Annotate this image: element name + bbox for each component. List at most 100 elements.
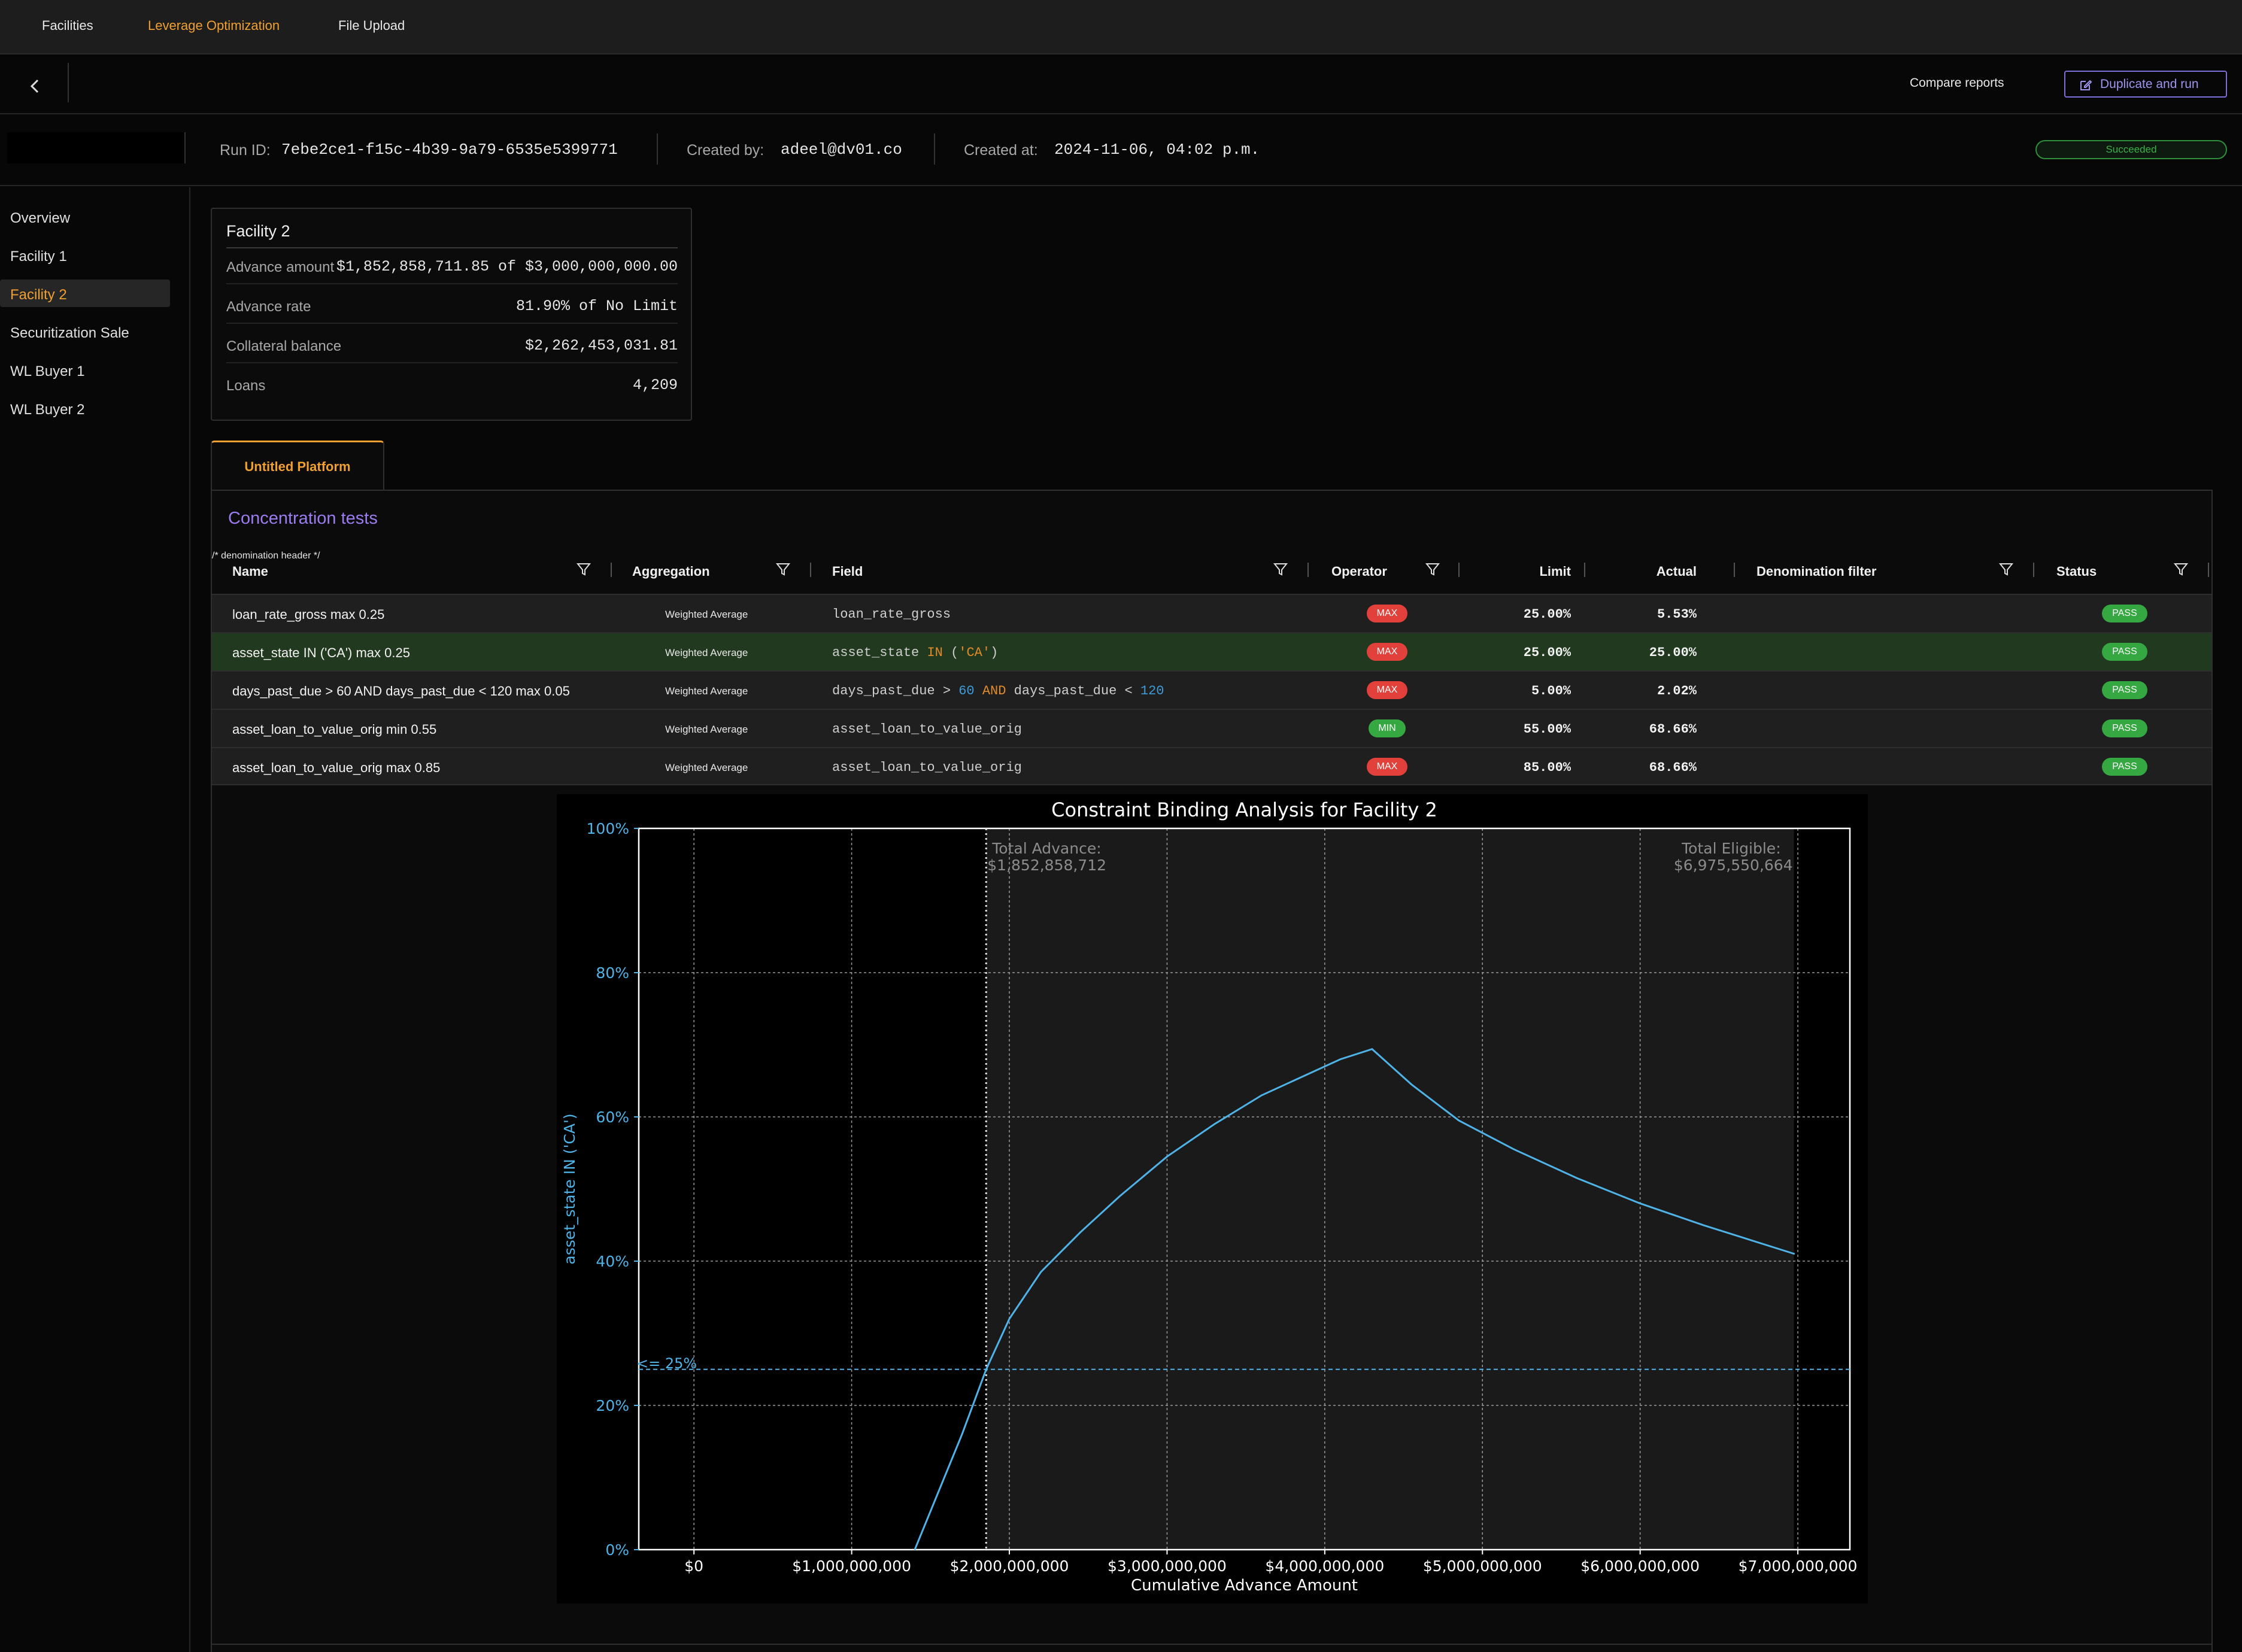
- row-field: loan_rate_gross: [832, 607, 951, 622]
- duplicate-and-run-button[interactable]: Duplicate and run: [2064, 71, 2227, 98]
- chart-title: Constraint Binding Analysis for Facility…: [1051, 798, 1437, 821]
- series-point: [961, 1434, 963, 1435]
- run-id-label: Run ID:: [220, 142, 271, 159]
- table-row[interactable]: asset_state IN ('CA') max 0.25 Weighted …: [212, 632, 2211, 670]
- series-point: [1513, 1149, 1515, 1150]
- x-tick-label: $4,000,000,000: [1265, 1557, 1384, 1575]
- column-divider[interactable]: [2033, 563, 2034, 577]
- row-aggregation: Weighted Average: [665, 647, 748, 658]
- table-row[interactable]: loan_rate_gross max 0.25 Weighted Averag…: [212, 594, 2211, 632]
- status-badge: PASS: [2102, 758, 2147, 776]
- row-field: days_past_due > 60 AND days_past_due < 1…: [832, 684, 1164, 699]
- row-actual: 25.00%: [1649, 645, 1697, 660]
- row-limit: 85.00%: [1523, 760, 1571, 775]
- advance-amount-label: Advance amount: [226, 259, 335, 275]
- column-header-actual[interactable]: Actual: [1619, 564, 1697, 579]
- table-row[interactable]: asset_loan_to_value_orig max 0.85 Weight…: [212, 747, 2211, 785]
- chart-svg: <= 25% Total Advance:$1,852,858,712 Total …: [561, 798, 1858, 1595]
- column-header-field[interactable]: Field: [832, 564, 863, 579]
- operator-badge: MAX: [1367, 681, 1407, 699]
- created-at-value: 2024-11-06, 04:02 p.m.: [1054, 141, 1260, 159]
- nav-leverage-optimization[interactable]: Leverage Optimization: [148, 18, 280, 34]
- row-name: days_past_due > 60 AND days_past_due < 1…: [232, 684, 570, 699]
- y-tick-label: 100%: [587, 820, 629, 837]
- row-field: asset_state IN ('CA'): [832, 645, 999, 660]
- x-tick-label: $1,000,000,000: [792, 1557, 911, 1575]
- filter-icon[interactable]: [1425, 561, 1440, 577]
- column-header-denomination-filter[interactable]: Denomination filter: [1756, 564, 1876, 579]
- x-tick-label: $6,000,000,000: [1580, 1557, 1700, 1575]
- y-tick-label: 60%: [596, 1109, 629, 1126]
- nav-facilities[interactable]: Facilities: [42, 18, 93, 34]
- sidebar-item-wl-buyer-1[interactable]: WL Buyer 1: [0, 356, 170, 384]
- filter-icon[interactable]: [1998, 561, 2014, 577]
- filter-icon[interactable]: [2173, 561, 2189, 577]
- loans-label: Loans: [226, 378, 266, 394]
- row-limit: 25.00%: [1523, 607, 1571, 622]
- series-point: [1458, 1120, 1460, 1121]
- sidebar-item-securitization-sale[interactable]: Securitization Sale: [0, 318, 170, 345]
- table-row[interactable]: asset_loan_to_value_orig min 0.55 Weight…: [212, 709, 2211, 747]
- advance-amount-value: $1,852,858,711.85 of $3,000,000,000.00: [336, 258, 678, 275]
- status-badge: PASS: [2102, 643, 2147, 661]
- filter-icon[interactable]: [775, 561, 791, 577]
- panel-title: Concentration tests: [228, 509, 378, 528]
- card-row: Collateral balance $2,262,453,031.81: [226, 327, 678, 363]
- operator-badge: MIN: [1369, 719, 1406, 737]
- column-divider[interactable]: [1307, 563, 1309, 577]
- column-divider[interactable]: [1458, 563, 1460, 577]
- divider: [934, 133, 935, 165]
- top-nav: Facilities Leverage Optimization File Up…: [0, 0, 2242, 54]
- operator-badge: MAX: [1367, 758, 1407, 776]
- sidebar-item-wl-buyer-2[interactable]: WL Buyer 2: [0, 394, 170, 422]
- row-aggregation: Weighted Average: [665, 724, 748, 735]
- back-button[interactable]: [17, 71, 53, 101]
- y-tick-label: 80%: [596, 964, 629, 982]
- divider: [657, 133, 658, 165]
- operator-badge: MAX: [1367, 643, 1407, 661]
- column-header-operator[interactable]: Operator: [1331, 564, 1387, 579]
- row-actual: 68.66%: [1649, 760, 1697, 775]
- chevron-left-icon: [30, 79, 39, 93]
- column-divider[interactable]: [611, 563, 612, 577]
- column-divider[interactable]: [2208, 563, 2209, 577]
- sidebar-item-facility-2[interactable]: Facility 2: [0, 280, 170, 307]
- row-aggregation: Weighted Average: [665, 762, 748, 773]
- series-point: [1040, 1271, 1042, 1273]
- column-header-status[interactable]: Status: [2056, 564, 2097, 579]
- table-header: Name Aggregation Field Operator Limit Ac…: [212, 551, 2211, 594]
- column-divider[interactable]: [810, 563, 811, 577]
- total-advance-label: Total Advance:: [991, 840, 1101, 857]
- filter-icon[interactable]: [1273, 561, 1288, 577]
- column-header-name[interactable]: Name: [232, 564, 268, 579]
- divider: [211, 1644, 2213, 1645]
- sidebar-item-overview[interactable]: Overview: [0, 203, 170, 230]
- facility-summary-card: Facility 2 Advance amount $1,852,858,711…: [211, 208, 692, 421]
- column-divider[interactable]: [1734, 563, 1735, 577]
- column-divider[interactable]: [1584, 563, 1585, 577]
- eligible-region: [986, 828, 1794, 1550]
- advance-rate-value: 81.90% of No Limit: [515, 297, 678, 315]
- run-id-value: 7ebe2ce1-f15c-4b39-9a79-6535e5399771: [281, 141, 618, 159]
- total-eligible-value: $6,975,550,664: [1674, 857, 1793, 874]
- sidebar: Overview Facility 1 Facility 2 Securitiz…: [0, 187, 190, 1652]
- y-tick-label: 0%: [605, 1541, 629, 1559]
- tab-untitled-platform[interactable]: Untitled Platform: [211, 441, 384, 491]
- x-tick-label: $7,000,000,000: [1739, 1557, 1858, 1575]
- sidebar-item-facility-1[interactable]: Facility 1: [0, 241, 170, 269]
- row-name: asset_loan_to_value_orig min 0.55: [232, 722, 437, 737]
- card-row: Advance amount $1,852,858,711.85 of $3,0…: [226, 248, 678, 284]
- compare-reports-button[interactable]: Compare reports: [1910, 76, 2004, 90]
- edit-icon: [2080, 80, 2092, 90]
- advance-rate-label: Advance rate: [226, 299, 311, 315]
- y-tick-label: 40%: [596, 1253, 629, 1270]
- row-field: asset_loan_to_value_orig: [832, 760, 1022, 775]
- nav-file-upload[interactable]: File Upload: [338, 18, 405, 34]
- column-header-aggregation[interactable]: Aggregation: [632, 564, 710, 579]
- filter-icon[interactable]: [576, 561, 591, 577]
- x-tick-label: $5,000,000,000: [1423, 1557, 1542, 1575]
- table-row[interactable]: days_past_due > 60 AND days_past_due < 1…: [212, 670, 2211, 709]
- row-limit: 5.00%: [1531, 684, 1571, 699]
- column-header-limit[interactable]: Limit: [1493, 564, 1571, 579]
- row-actual: 68.66%: [1649, 722, 1697, 737]
